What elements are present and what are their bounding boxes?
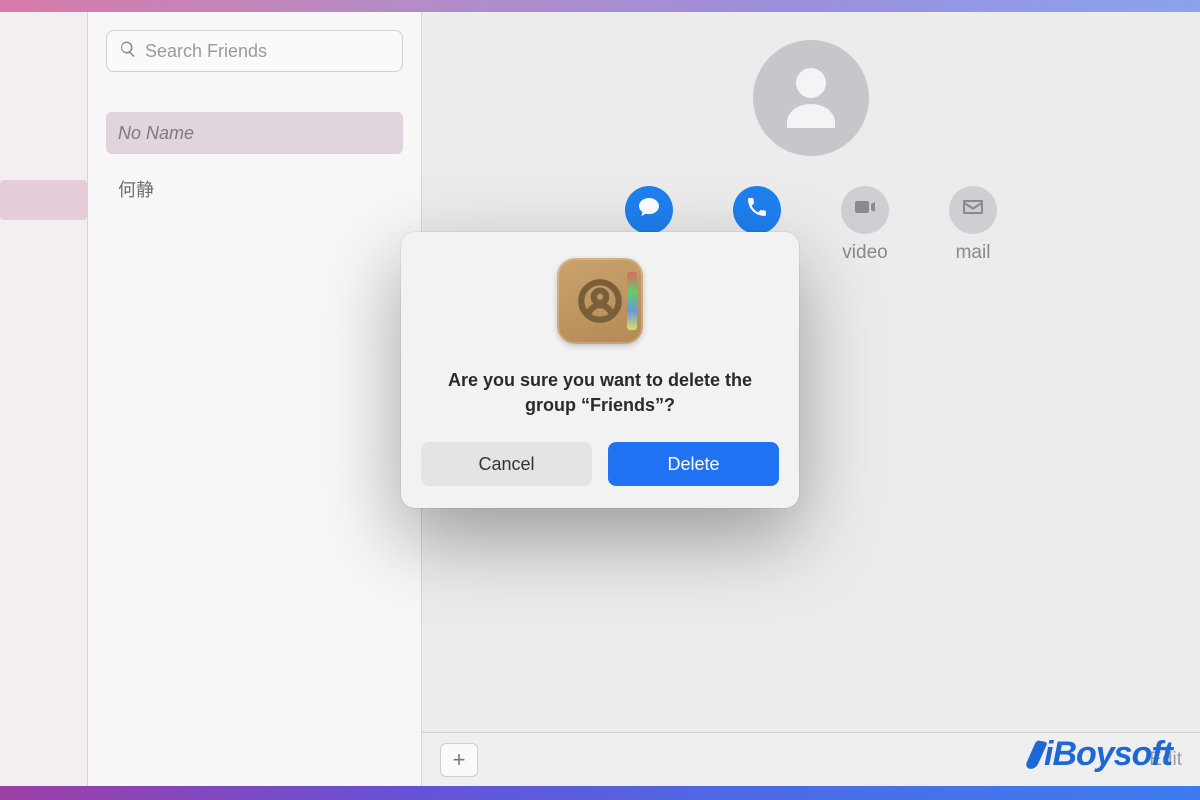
- dialog-title: Are you sure you want to delete the grou…: [421, 368, 779, 442]
- contacts-app-icon: [557, 258, 643, 344]
- watermark-logo: iBoysoft: [1030, 735, 1172, 774]
- modal-overlay: Are you sure you want to delete the grou…: [0, 0, 1200, 800]
- cancel-button[interactable]: Cancel: [421, 442, 592, 486]
- delete-confirmation-dialog: Are you sure you want to delete the grou…: [401, 232, 799, 508]
- delete-button[interactable]: Delete: [608, 442, 779, 486]
- window-bottom-edge: [0, 786, 1200, 800]
